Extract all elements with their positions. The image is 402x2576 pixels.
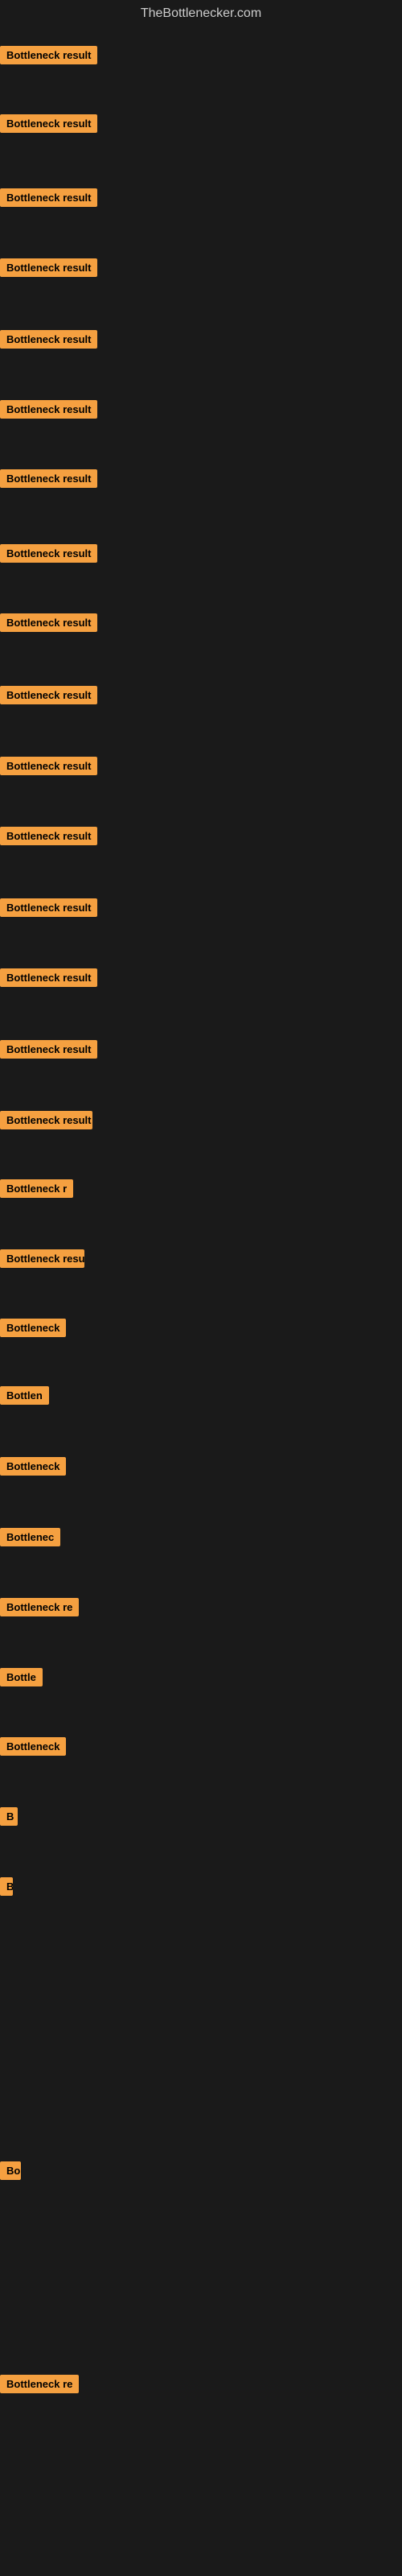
bottleneck-result-item: Bottleneck result xyxy=(0,469,97,488)
bottleneck-result-item: Bottlenec xyxy=(0,1528,60,1546)
bottleneck-result-item: Bottleneck resu xyxy=(0,1249,84,1268)
bottleneck-result-item: Bottleneck result xyxy=(0,188,97,207)
bottleneck-result-item: Bottleneck re xyxy=(0,1598,79,1616)
bottleneck-result-item: Bottlen xyxy=(0,1386,49,1405)
bottleneck-result-item: Bottleneck result xyxy=(0,757,97,775)
bottleneck-result-item: Bottleneck result xyxy=(0,258,97,277)
bottleneck-result-item: Bottleneck result xyxy=(0,968,97,987)
bottleneck-result-item: Bottleneck result xyxy=(0,827,97,845)
bottleneck-result-item: Bottleneck result xyxy=(0,613,97,632)
bottleneck-result-item: Bottleneck result xyxy=(0,1040,97,1059)
site-title: TheBottlenecker.com xyxy=(0,0,402,31)
bottleneck-result-item: Bottle xyxy=(0,1668,43,1686)
bottleneck-result-item: Bottleneck re xyxy=(0,2375,79,2393)
bottleneck-result-item: Bottleneck result xyxy=(0,114,97,133)
bottleneck-result-item: B xyxy=(0,1877,13,1896)
bottleneck-result-item: Bottleneck result xyxy=(0,330,97,349)
bottleneck-result-item: Bottleneck result xyxy=(0,686,97,704)
bottleneck-result-item: Bottleneck result xyxy=(0,898,97,917)
bottleneck-result-item: B xyxy=(0,1807,18,1826)
bottleneck-result-item: Bottleneck result xyxy=(0,400,97,419)
bottleneck-result-item: Bottleneck xyxy=(0,1319,66,1337)
bottleneck-result-item: Bottleneck result xyxy=(0,46,97,64)
bottleneck-result-item: Bottleneck xyxy=(0,1457,66,1476)
bottleneck-result-item: Bottleneck result xyxy=(0,1111,92,1129)
bottleneck-result-item: Bottleneck result xyxy=(0,544,97,563)
bottleneck-result-item: Bo xyxy=(0,2161,21,2180)
bottleneck-result-item: Bottleneck r xyxy=(0,1179,73,1198)
bottleneck-result-item: Bottleneck xyxy=(0,1737,66,1756)
